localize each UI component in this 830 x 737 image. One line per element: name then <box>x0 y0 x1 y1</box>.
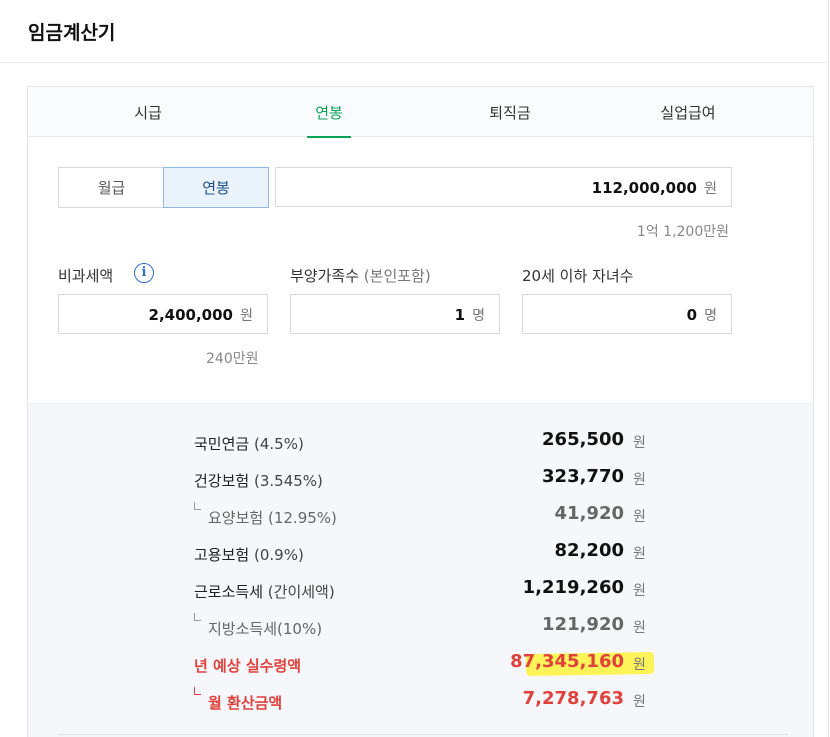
tab-unemployment[interactable]: 실업급여 <box>628 87 748 137</box>
results-divider <box>58 734 788 735</box>
result-unit-income-tax: 원 <box>633 583 646 599</box>
annual-mode-button[interactable]: 연봉 <box>163 167 269 208</box>
result-label-health-text: 건강보험 <box>194 472 250 490</box>
salary-unit: 원 <box>704 181 717 197</box>
nontax-value: 2,400,000 <box>148 306 233 324</box>
result-label-local-tax: 지방소득세(10%) <box>208 618 322 639</box>
result-value-local-tax: 121,920 <box>542 614 624 635</box>
result-label-longterm-care: 요양보험 (12.95%) <box>208 507 337 528</box>
children-label: 20세 이하 자녀수 <box>522 267 634 285</box>
sub-item-corner-icon <box>194 687 201 695</box>
result-unit-employment: 원 <box>633 546 646 562</box>
result-label-income-tax: 근로소득세 (간이세액) <box>194 581 335 602</box>
dependents-label-text: 부양가족수 <box>290 267 360 285</box>
result-unit-net-annual: 원 <box>633 657 646 673</box>
result-value-income-tax: 1,219,260 <box>522 577 624 598</box>
tab-hourly[interactable]: 시급 <box>88 87 208 137</box>
result-unit-local-tax: 원 <box>633 620 646 636</box>
nontax-unit: 원 <box>240 308 253 324</box>
result-label-employment-text: 고용보험 <box>194 546 250 564</box>
result-unit-pension: 원 <box>633 435 646 451</box>
info-icon[interactable]: i <box>134 263 154 283</box>
children-unit: 명 <box>704 308 717 324</box>
salary-input[interactable]: 112,000,000 원 <box>275 167 732 207</box>
result-label-local-tax-text: 지방소득세 <box>208 620 278 638</box>
nontax-korean-amount: 240만원 <box>206 351 259 367</box>
result-label-net-annual: 년 예상 실수령액 <box>194 657 302 675</box>
result-unit-health: 원 <box>633 472 646 488</box>
result-unit-net-monthly: 원 <box>633 694 646 710</box>
dependents-unit: 명 <box>472 308 485 324</box>
result-label-pension: 국민연금 (4.5%) <box>194 433 304 454</box>
result-label-longterm-care-rate: (12.95%) <box>267 509 337 527</box>
monthly-mode-button[interactable]: 월급 <box>58 167 164 208</box>
title-divider <box>0 62 829 63</box>
result-label-employment-rate: (0.9%) <box>253 546 304 564</box>
result-label-net-monthly: 월 환산금액 <box>208 694 283 712</box>
children-value: 0 <box>686 306 697 324</box>
result-value-net-monthly: 7,278,763 <box>522 688 624 709</box>
salary-korean-amount: 1억 1,200만원 <box>636 224 729 240</box>
sub-item-corner-icon <box>194 613 201 621</box>
result-label-employment: 고용보험 (0.9%) <box>194 544 304 565</box>
tab-severance[interactable]: 퇴직금 <box>450 87 570 137</box>
dependents-label-sub: (본인포함) <box>363 267 431 285</box>
pay-mode-toggle: 월급 연봉 <box>58 167 269 208</box>
result-label-longterm-care-text: 요양보험 <box>208 509 264 527</box>
result-unit-longterm-care: 원 <box>633 509 646 525</box>
result-value-longterm-care: 41,920 <box>554 503 624 524</box>
dependents-input[interactable]: 1 명 <box>290 294 500 334</box>
sub-item-corner-icon <box>194 502 201 510</box>
calculator-tabs: 시급 연봉 퇴직금 실업급여 <box>28 87 813 137</box>
nontax-label: 비과세액 <box>58 267 114 285</box>
results-panel: 국민연금 (4.5%) 265,500 원 건강보험 (3.545%) 323,… <box>28 403 813 737</box>
result-value-employment: 82,200 <box>554 540 624 561</box>
result-label-health: 건강보험 (3.545%) <box>194 470 323 491</box>
salary-calculator-card: 임금계산기 시급 연봉 퇴직금 실업급여 월급 연봉 112,000,000 원… <box>0 0 829 737</box>
tab-annual[interactable]: 연봉 <box>269 87 389 137</box>
dependents-label: 부양가족수 (본인포함) <box>290 265 431 286</box>
calculator-panel: 시급 연봉 퇴직금 실업급여 월급 연봉 112,000,000 원 1억 1,… <box>27 86 814 737</box>
result-label-pension-text: 국민연금 <box>194 435 250 453</box>
children-input[interactable]: 0 명 <box>522 294 732 334</box>
salary-value: 112,000,000 <box>591 179 697 197</box>
page-title: 임금계산기 <box>28 22 116 44</box>
result-label-income-tax-basis: (간이세액) <box>267 583 335 601</box>
result-label-income-tax-text: 근로소득세 <box>194 583 264 601</box>
result-value-health: 323,770 <box>542 466 624 487</box>
nontax-input[interactable]: 2,400,000 원 <box>58 294 268 334</box>
result-label-health-rate: (3.545%) <box>253 472 323 490</box>
result-label-local-tax-rate: (10%) <box>277 620 323 638</box>
result-value-pension: 265,500 <box>542 429 624 450</box>
result-value-net-annual: 87,345,160 <box>510 651 624 672</box>
dependents-value: 1 <box>454 306 465 324</box>
result-label-pension-rate: (4.5%) <box>253 435 304 453</box>
